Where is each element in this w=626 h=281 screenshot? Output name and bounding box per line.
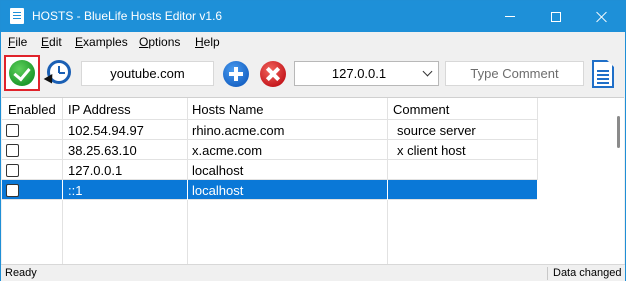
cell-divider (387, 120, 388, 140)
cell-divider (387, 180, 388, 200)
menu-examples-accel: E (75, 35, 84, 49)
minimize-button[interactable] (487, 1, 533, 32)
status-divider (547, 267, 548, 280)
menu-examples[interactable]: Examples (75, 35, 128, 49)
minimize-icon (505, 16, 515, 17)
title-bar: HOSTS - BlueLife Hosts Editor v1.6 (1, 1, 625, 32)
menu-file-label: ile (15, 35, 28, 49)
enabled-checkbox[interactable] (6, 144, 19, 157)
delete-entry-button[interactable] (260, 61, 286, 87)
hosts-table: Enabled IP Address Hosts Name Comment 10… (2, 97, 624, 265)
app-document-icon (10, 8, 24, 24)
apply-button[interactable] (4, 55, 40, 91)
column-divider (187, 98, 188, 120)
ip-cell: ::1 (68, 183, 83, 198)
ip-cell: 102.54.94.97 (68, 123, 144, 138)
comment-input[interactable]: Type Comment (445, 61, 584, 86)
column-divider (62, 200, 63, 265)
enabled-checkbox[interactable] (6, 164, 19, 177)
close-icon (596, 11, 608, 23)
cell-divider (537, 140, 538, 160)
app-window: HOSTS - BlueLife Hosts Editor v1.6 File … (0, 0, 626, 281)
ip-cell: 127.0.0.1 (68, 163, 123, 178)
table-row[interactable]: 127.0.0.1 localhost (2, 160, 538, 180)
menu-options[interactable]: Options (139, 35, 180, 49)
column-header-host[interactable]: Hosts Name (192, 102, 264, 117)
toolbar: youtube.com 127.0.0.1 Type Comment (1, 52, 625, 94)
table-row[interactable]: 38.25.63.10 x.acme.com x client host (2, 140, 538, 160)
menu-edit-label: dit (49, 35, 62, 49)
cell-divider (62, 180, 63, 200)
vertical-scrollbar[interactable] (613, 98, 624, 265)
maximize-button[interactable] (533, 1, 579, 32)
cell-divider (537, 160, 538, 180)
menu-bar: File Edit Examples Options Help (1, 32, 625, 52)
enabled-checkbox[interactable] (6, 184, 19, 197)
column-divider (537, 98, 538, 120)
column-divider (187, 200, 188, 265)
table-header: Enabled IP Address Hosts Name Comment (2, 98, 538, 120)
cell-divider (187, 180, 188, 200)
cell-divider (387, 140, 388, 160)
scrollbar-thumb[interactable] (617, 116, 620, 148)
enabled-checkbox[interactable] (6, 124, 19, 137)
status-ready: Ready (5, 267, 37, 279)
chevron-down-icon (422, 66, 433, 77)
column-divider (387, 98, 388, 120)
cell-divider (62, 140, 63, 160)
table-row[interactable]: 102.54.94.97 rhino.acme.com source serve… (2, 120, 538, 140)
menu-help[interactable]: Help (195, 35, 220, 49)
document-icon[interactable] (592, 60, 614, 88)
window-title: HOSTS - BlueLife Hosts Editor v1.6 (32, 9, 223, 23)
column-header-enabled[interactable]: Enabled (8, 102, 56, 117)
cell-divider (187, 160, 188, 180)
ip-cell: 38.25.63.10 (68, 143, 137, 158)
cell-divider (187, 120, 188, 140)
column-divider (387, 200, 388, 265)
host-cell: localhost (192, 183, 244, 198)
status-bar: Ready Data changed (1, 264, 625, 281)
column-header-ip[interactable]: IP Address (68, 102, 131, 117)
menu-help-label: elp (203, 35, 220, 49)
column-divider (62, 98, 63, 120)
menu-edit[interactable]: Edit (41, 35, 62, 49)
close-button[interactable] (579, 1, 625, 32)
host-cell: rhino.acme.com (192, 123, 285, 138)
ip-address-select[interactable]: 127.0.0.1 (294, 61, 439, 86)
menu-options-label: ptions (148, 35, 181, 49)
maximize-icon (551, 11, 561, 22)
comment-cell: source server (397, 123, 476, 138)
status-data-changed: Data changed (553, 267, 622, 279)
cell-divider (387, 160, 388, 180)
column-header-comment[interactable]: Comment (393, 102, 449, 117)
history-button[interactable] (43, 60, 73, 88)
menu-help-accel: H (195, 35, 204, 49)
host-name-input[interactable]: youtube.com (81, 61, 214, 86)
cell-divider (537, 120, 538, 140)
menu-edit-accel: E (41, 35, 50, 49)
cell-divider (537, 180, 538, 200)
cell-divider (62, 120, 63, 140)
host-cell: localhost (192, 163, 244, 178)
apply-check-icon (9, 60, 35, 86)
table-row-selected[interactable]: ::1 localhost (2, 180, 538, 200)
host-cell: x.acme.com (192, 143, 263, 158)
comment-cell: x client host (397, 143, 466, 158)
cell-divider (187, 140, 188, 160)
cell-divider (62, 160, 63, 180)
ip-address-value: 127.0.0.1 (331, 66, 387, 81)
menu-options-accel: O (139, 35, 149, 49)
add-entry-button[interactable] (223, 61, 249, 87)
menu-file[interactable]: File (8, 35, 27, 49)
menu-examples-label: xamples (83, 35, 128, 49)
